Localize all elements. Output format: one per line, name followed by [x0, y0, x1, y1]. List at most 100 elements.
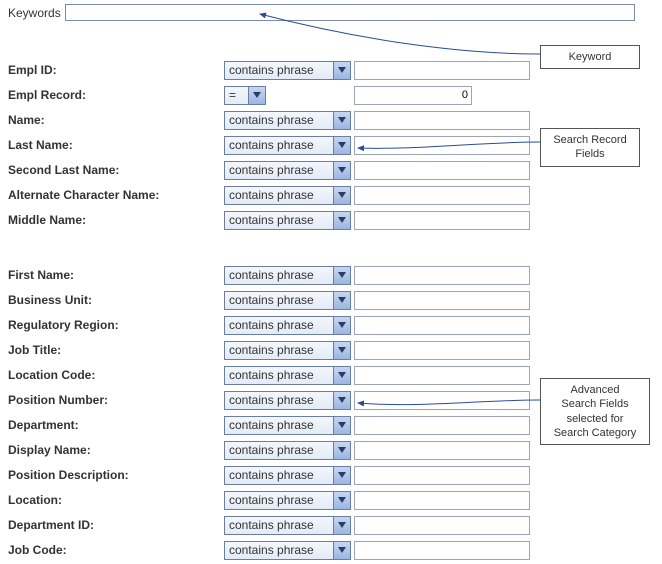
operator-select-department-id[interactable]: contains phrase — [224, 516, 351, 535]
label-position-num: Position Number: — [8, 393, 224, 407]
label-display-name: Display Name: — [8, 443, 224, 457]
label-job-code: Job Code: — [8, 543, 224, 557]
operator-select-business-unit[interactable]: contains phrase — [224, 291, 351, 310]
operator-select-position-desc[interactable]: contains phrase — [224, 466, 351, 485]
value-input-business-unit[interactable] — [354, 291, 530, 310]
label-alt-char-name: Alternate Character Name: — [8, 188, 224, 202]
operator-value-department-id: contains phrase — [229, 518, 314, 532]
operator-select-alt-char-name[interactable]: contains phrase — [224, 186, 351, 205]
chevron-down-icon — [333, 342, 350, 359]
label-first-name: First Name: — [8, 268, 224, 282]
field-row-position-num: Position Number: contains phrase — [8, 390, 530, 410]
operator-select-location-code[interactable]: contains phrase — [224, 366, 351, 385]
chevron-down-icon — [333, 517, 350, 534]
operator-value-position-desc: contains phrase — [229, 468, 314, 482]
field-row-middle-name: Middle Name: contains phrase — [8, 210, 530, 230]
operator-value-empl-id: contains phrase — [229, 63, 314, 77]
chevron-down-icon — [333, 112, 350, 129]
chevron-down-icon — [333, 162, 350, 179]
operator-value-first-name: contains phrase — [229, 268, 314, 282]
label-position-desc: Position Description: — [8, 468, 224, 482]
operator-select-department[interactable]: contains phrase — [224, 416, 351, 435]
field-row-second-last: Second Last Name: contains phrase — [8, 160, 530, 180]
label-reg-region: Regulatory Region: — [8, 318, 224, 332]
label-last-name: Last Name: — [8, 138, 224, 152]
chevron-down-icon — [333, 492, 350, 509]
field-row-department-id: Department ID: contains phrase — [8, 515, 530, 535]
callout-keyword-text: Keyword — [569, 51, 612, 63]
value-input-department[interactable] — [354, 416, 530, 435]
field-row-department: Department: contains phrase — [8, 415, 530, 435]
operator-select-name[interactable]: contains phrase — [224, 111, 351, 130]
operator-value-department: contains phrase — [229, 418, 314, 432]
operator-value-empl-record: = — [229, 88, 236, 102]
operator-select-last-name[interactable]: contains phrase — [224, 136, 351, 155]
operator-value-job-code: contains phrase — [229, 543, 314, 557]
value-input-location[interactable] — [354, 491, 530, 510]
operator-value-location: contains phrase — [229, 493, 314, 507]
callout-keyword: Keyword — [540, 45, 640, 69]
label-empl-record: Empl Record: — [8, 88, 224, 102]
operator-select-display-name[interactable]: contains phrase — [224, 441, 351, 460]
chevron-down-icon — [333, 137, 350, 154]
value-input-name[interactable] — [354, 111, 530, 130]
value-input-empl-record[interactable] — [354, 86, 472, 105]
operator-select-reg-region[interactable]: contains phrase — [224, 316, 351, 335]
value-input-second-last[interactable] — [354, 161, 530, 180]
keywords-input[interactable] — [65, 4, 635, 21]
operator-value-business-unit: contains phrase — [229, 293, 314, 307]
operator-select-location[interactable]: contains phrase — [224, 491, 351, 510]
operator-select-empl-record[interactable]: = — [224, 86, 266, 105]
chevron-down-icon — [333, 187, 350, 204]
value-input-reg-region[interactable] — [354, 316, 530, 335]
label-department: Department: — [8, 418, 224, 432]
value-input-last-name[interactable] — [354, 136, 530, 155]
value-input-middle-name[interactable] — [354, 211, 530, 230]
operator-select-job-title[interactable]: contains phrase — [224, 341, 351, 360]
value-input-empl-id[interactable] — [354, 61, 530, 80]
chevron-down-icon — [333, 367, 350, 384]
keywords-label: Keywords — [8, 6, 61, 20]
field-row-name: Name: contains phrase — [8, 110, 530, 130]
callout-srf-text: Search RecordFields — [553, 134, 626, 160]
field-row-reg-region: Regulatory Region: contains phrase — [8, 315, 530, 335]
operator-value-second-last: contains phrase — [229, 163, 314, 177]
value-input-job-code[interactable] — [354, 541, 530, 560]
operator-select-position-num[interactable]: contains phrase — [224, 391, 351, 410]
chevron-down-icon — [333, 62, 350, 79]
label-department-id: Department ID: — [8, 518, 224, 532]
operator-value-location-code: contains phrase — [229, 368, 314, 382]
value-input-display-name[interactable] — [354, 441, 530, 460]
callout-adv-text: AdvancedSearch Fieldsselected forSearch … — [554, 384, 637, 439]
label-second-last: Second Last Name: — [8, 163, 224, 177]
value-input-job-title[interactable] — [354, 341, 530, 360]
keywords-row: Keywords — [8, 4, 635, 21]
chevron-down-icon — [333, 467, 350, 484]
value-input-first-name[interactable] — [354, 266, 530, 285]
operator-select-second-last[interactable]: contains phrase — [224, 161, 351, 180]
field-row-alt-char-name: Alternate Character Name: contains phras… — [8, 185, 530, 205]
chevron-down-icon — [333, 292, 350, 309]
chevron-down-icon — [333, 267, 350, 284]
operator-value-name: contains phrase — [229, 113, 314, 127]
label-business-unit: Business Unit: — [8, 293, 224, 307]
operator-select-middle-name[interactable]: contains phrase — [224, 211, 351, 230]
chevron-down-icon — [333, 542, 350, 559]
operator-select-empl-id[interactable]: contains phrase — [224, 61, 351, 80]
value-input-position-desc[interactable] — [354, 466, 530, 485]
operator-value-middle-name: contains phrase — [229, 213, 314, 227]
value-input-location-code[interactable] — [354, 366, 530, 385]
value-input-department-id[interactable] — [354, 516, 530, 535]
callout-search-record-fields: Search RecordFields — [540, 128, 640, 167]
label-empl-id: Empl ID: — [8, 63, 224, 77]
field-row-location-code: Location Code: contains phrase — [8, 365, 530, 385]
chevron-down-icon — [333, 317, 350, 334]
field-row-job-title: Job Title: contains phrase — [8, 340, 530, 360]
field-row-empl-record: Empl Record: = — [8, 85, 472, 105]
operator-select-first-name[interactable]: contains phrase — [224, 266, 351, 285]
chevron-down-icon — [333, 442, 350, 459]
label-location-code: Location Code: — [8, 368, 224, 382]
operator-select-job-code[interactable]: contains phrase — [224, 541, 351, 560]
value-input-position-num[interactable] — [354, 391, 530, 410]
value-input-alt-char-name[interactable] — [354, 186, 530, 205]
